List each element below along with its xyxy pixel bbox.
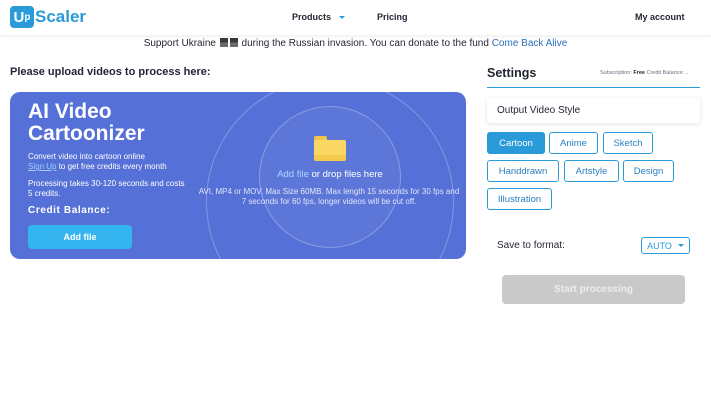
chevron-down-icon — [677, 244, 684, 247]
style-chip-cartoon[interactable]: Cartoon — [487, 132, 545, 154]
style-chip-artstyle[interactable]: Artstyle — [564, 160, 619, 182]
card-description: Convert video into cartoon online — [28, 152, 145, 161]
processing-info: Processing takes 30-120 seconds and cost… — [28, 179, 185, 198]
style-chip-handdrawn[interactable]: Handdrawn — [487, 160, 559, 182]
folder-icon — [314, 136, 346, 161]
format-select[interactable]: AUTO — [641, 237, 690, 254]
upload-heading: Please upload videos to process here: — [10, 66, 211, 78]
format-value: AUTO — [647, 240, 672, 251]
logo-mark: Up — [10, 6, 34, 28]
ukraine-flag-icon — [229, 38, 238, 47]
come-back-alive-link[interactable]: Come Back Alive — [492, 38, 568, 49]
add-file-link[interactable]: Add file — [277, 169, 309, 180]
start-processing-button[interactable]: Start processing — [502, 275, 685, 304]
settings-divider — [487, 87, 700, 88]
nav-pricing-link[interactable]: Pricing — [377, 12, 408, 22]
upscaler-logo[interactable]: Up Scaler — [10, 6, 86, 28]
file-requirements-text: AVI, MP4 or MOV. Max Size 60MB. Max leng… — [198, 187, 460, 206]
nav-products-label: Products — [292, 12, 332, 22]
signup-line: Sign Up to get free credits every month — [28, 162, 167, 171]
style-chip-illustration[interactable]: Illustration — [487, 188, 552, 210]
output-style-header: Output Video Style — [487, 98, 700, 123]
subscription-value: Free — [633, 70, 645, 76]
style-chip-sketch[interactable]: Sketch — [603, 132, 653, 154]
top-header: Up Scaler Products Pricing My account — [0, 0, 711, 35]
settings-heading: Settings — [487, 66, 537, 80]
chevron-down-icon — [339, 15, 346, 19]
credit-balance-label: Credit Balance: — [28, 205, 111, 216]
nav-products-menu[interactable]: Products — [292, 12, 346, 22]
ukraine-flag-icon — [219, 38, 228, 47]
card-title: AI Video Cartoonizer — [28, 100, 145, 145]
sign-up-link[interactable]: Sign Up — [28, 162, 56, 171]
logo-text: Scaler — [35, 7, 87, 26]
drop-files-prompt: Add file or drop files here — [277, 169, 383, 180]
upload-dropzone-card[interactable]: AI Video Cartoonizer Convert video into … — [10, 92, 466, 259]
my-account-link[interactable]: My account — [635, 12, 685, 22]
add-file-button[interactable]: Add file — [28, 225, 132, 249]
subscription-info: Subscription: Free Credit Balance: .. — [600, 70, 689, 76]
style-chip-design[interactable]: Design — [623, 160, 674, 182]
save-format-label: Save to format: — [497, 240, 565, 251]
style-chip-anime[interactable]: Anime — [549, 132, 598, 154]
support-ukraine-banner: Support Ukraine during the Russian invas… — [143, 38, 568, 49]
